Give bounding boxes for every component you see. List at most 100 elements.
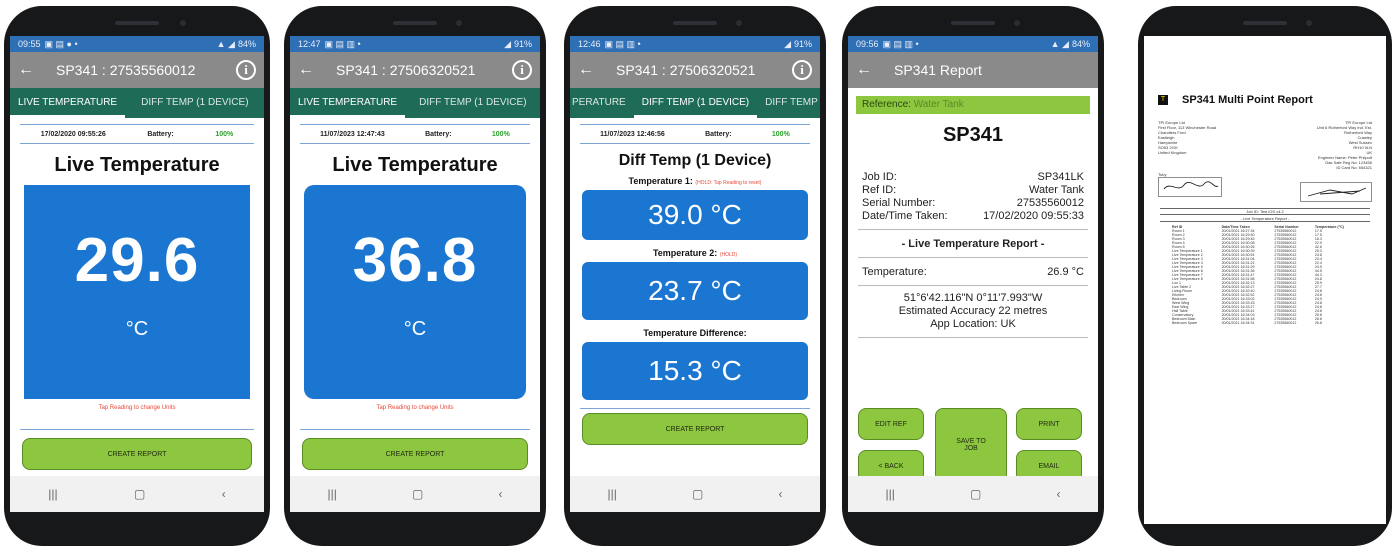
reference-bar[interactable]: Reference: Water Tank [856, 96, 1090, 114]
home-icon[interactable]: ▢ [412, 487, 423, 501]
address-block: TPI Europe Ltd First Floor, 113 Winchest… [1158, 120, 1372, 170]
recents-icon[interactable]: ||| [608, 487, 617, 501]
info-row: 11/07/2023 12:47:43 Battery: 100% [300, 124, 530, 144]
tab-diff-temp[interactable]: DIFF TEMP (1 DEVICE) [633, 88, 758, 118]
temperature-2-box[interactable]: 23.7 °C [582, 262, 808, 320]
status-bar: 09:56 ▣ ▤ ▥ • ▲ ◢ 84% [848, 36, 1098, 52]
phone-screen: 12:46 ▣ ▤ ▥ • ◢ 91% ← SP341 : 2750632052… [570, 36, 820, 512]
edit-ref-button[interactable]: EDIT REF [858, 408, 924, 440]
print-button[interactable]: PRINT [1016, 408, 1082, 440]
info-icon[interactable]: i [236, 60, 256, 80]
create-report-button[interactable]: CREATE REPORT [302, 438, 528, 470]
tap-note: Tap Reading to change Units [376, 405, 454, 411]
status-battery: 84% [237, 39, 256, 49]
battery-value: 100% [771, 130, 790, 138]
temperature-1-label-text: Temperature 1: [628, 176, 693, 186]
status-time: 09:56 [856, 39, 879, 49]
tab-diff-temp[interactable]: DIFF TEMP (1 DEVICE) [133, 88, 256, 118]
app-location: App Location: UK [930, 318, 1016, 330]
document-title: SP341 Multi Point Report [1182, 94, 1313, 106]
back-arrow-icon[interactable]: ← [578, 61, 600, 79]
serial-value: 27535560012 [1016, 197, 1084, 209]
battery-value: 100% [491, 130, 510, 138]
recents-icon[interactable]: ||| [328, 487, 337, 501]
customer-signature: Toby [1158, 172, 1222, 202]
job-line-box: Job ID: Test iOS v4.2 [1160, 208, 1370, 215]
temperature-2-label: Temperature 2: (HOLD) [570, 248, 820, 258]
recents-icon[interactable]: ||| [48, 487, 57, 501]
app-title: SP341 : 27506320521 [336, 62, 476, 78]
divider [858, 337, 1088, 338]
back-arrow-icon[interactable]: ← [18, 61, 40, 79]
device-title: SP341 [942, 124, 1004, 146]
table-row: Bedroom Spare 20/01/2021 16:34:31 27535560… [1170, 321, 1360, 325]
page-title: Live Temperature [332, 154, 498, 176]
back-icon[interactable]: ‹ [222, 487, 226, 501]
readings-table: Ref ID Date/Time Taken Serial Number Tem… [1170, 225, 1360, 325]
home-icon[interactable]: ▢ [134, 487, 145, 501]
coordinates: 51°6'42.116"N 0°11'7.993"W [903, 292, 1043, 304]
status-battery: 91% [513, 39, 532, 49]
create-report-button[interactable]: CREATE REPORT [582, 413, 808, 445]
table-cell: 26.8 [1314, 321, 1322, 325]
android-nav-bar: ||| ▢ ‹ [848, 476, 1098, 512]
status-bar: 12:47 ▣ ▤ ▥ • ◢ 91% [290, 36, 540, 52]
taken-value: 17/02/2020 09:55:33 [983, 210, 1084, 222]
temperature-unit: °C [125, 318, 149, 340]
tab-live-temperature-partial[interactable]: PERATURE [570, 88, 634, 118]
recents-icon[interactable]: ||| [886, 487, 895, 501]
status-bar: 09:55 ▣ ▤ ● • ▲ ◢ 84% [10, 36, 264, 52]
phone-screen: 12:47 ▣ ▤ ▥ • ◢ 91% ← SP341 : 2750632052… [290, 36, 540, 512]
camera-icon [1014, 20, 1020, 26]
temperature-difference-box[interactable]: 15.3 °C [582, 342, 808, 400]
document-header: T SP341 Multi Point Report [1158, 94, 1386, 106]
temperature-unit: °C [403, 318, 427, 340]
temperature-row: Temperature: 26.9 °C [862, 266, 1084, 279]
create-report-button[interactable]: CREATE REPORT [22, 438, 252, 470]
info-icon[interactable]: i [512, 60, 532, 80]
android-nav-bar: ||| ▢ ‹ [570, 476, 820, 512]
tab-live-temperature[interactable]: LIVE TEMPERATURE [290, 88, 406, 118]
engineer-signature-image [1300, 182, 1372, 202]
temperature-reading-box[interactable]: 29.6 °C [24, 185, 250, 399]
temperature-1-label: Temperature 1: (HOLD: Tap Reading to res… [570, 176, 820, 186]
back-icon[interactable]: ‹ [498, 487, 502, 501]
divider [858, 229, 1088, 230]
back-arrow-icon[interactable]: ← [298, 61, 320, 79]
temperature-value: 36.8 [352, 226, 478, 295]
notification-icons: ▣ ▤ ● • [44, 38, 78, 49]
phone-screen: 09:56 ▣ ▤ ▥ • ▲ ◢ 84% ← SP341 Report Ref… [848, 36, 1098, 512]
home-icon[interactable]: ▢ [692, 487, 703, 501]
tab-diff-temp-second[interactable]: DIFF TEMP [757, 88, 820, 118]
camera-icon [1306, 20, 1312, 26]
notification-icons: ▣ ▤ ▥ • [882, 38, 919, 49]
temperature-reading-box[interactable]: 36.8 °C [304, 185, 526, 399]
tap-note: Tap Reading to change Units [98, 405, 176, 411]
divider [858, 285, 1088, 286]
phone-1: 09:55 ▣ ▤ ● • ▲ ◢ 84% ← SP341 : 27535560… [4, 6, 270, 546]
save-to-job-button[interactable]: SAVE TO JOB [935, 408, 1007, 482]
table-cell: 27535560012 [1274, 321, 1297, 325]
back-icon[interactable]: ‹ [778, 487, 782, 501]
reading-datetime: 11/07/2023 12:47:43 [320, 130, 385, 138]
status-time: 12:47 [298, 39, 321, 49]
ref-id-label: Ref ID: [862, 184, 897, 196]
camera-icon [180, 20, 186, 26]
reading-datetime: 11/07/2023 12:46:56 [600, 130, 665, 138]
back-icon[interactable]: ‹ [1056, 487, 1060, 501]
home-icon[interactable]: ▢ [970, 487, 981, 501]
page-title: Diff Temp (1 Device) [618, 152, 772, 169]
signal-icons: ▲ ◢ [216, 38, 235, 49]
temperature-2-label-text: Temperature 2: [652, 248, 718, 258]
info-icon[interactable]: i [792, 60, 812, 80]
temperature-1-box[interactable]: 39.0 °C [582, 190, 808, 240]
signal-icons: ◢ [504, 38, 511, 49]
speaker-grille [673, 21, 717, 25]
report-line: - Live Temperature Report - [1160, 216, 1370, 222]
tab-diff-temp[interactable]: DIFF TEMP (1 DEVICE) [411, 88, 534, 118]
temperature-2-hold-note: (HOLD) [719, 252, 738, 258]
phone-screen: T SP341 Multi Point Report TPI Europe Lt… [1144, 36, 1386, 524]
divider [858, 257, 1088, 258]
tab-live-temperature[interactable]: LIVE TEMPERATURE [10, 88, 126, 118]
back-arrow-icon[interactable]: ← [856, 61, 878, 79]
